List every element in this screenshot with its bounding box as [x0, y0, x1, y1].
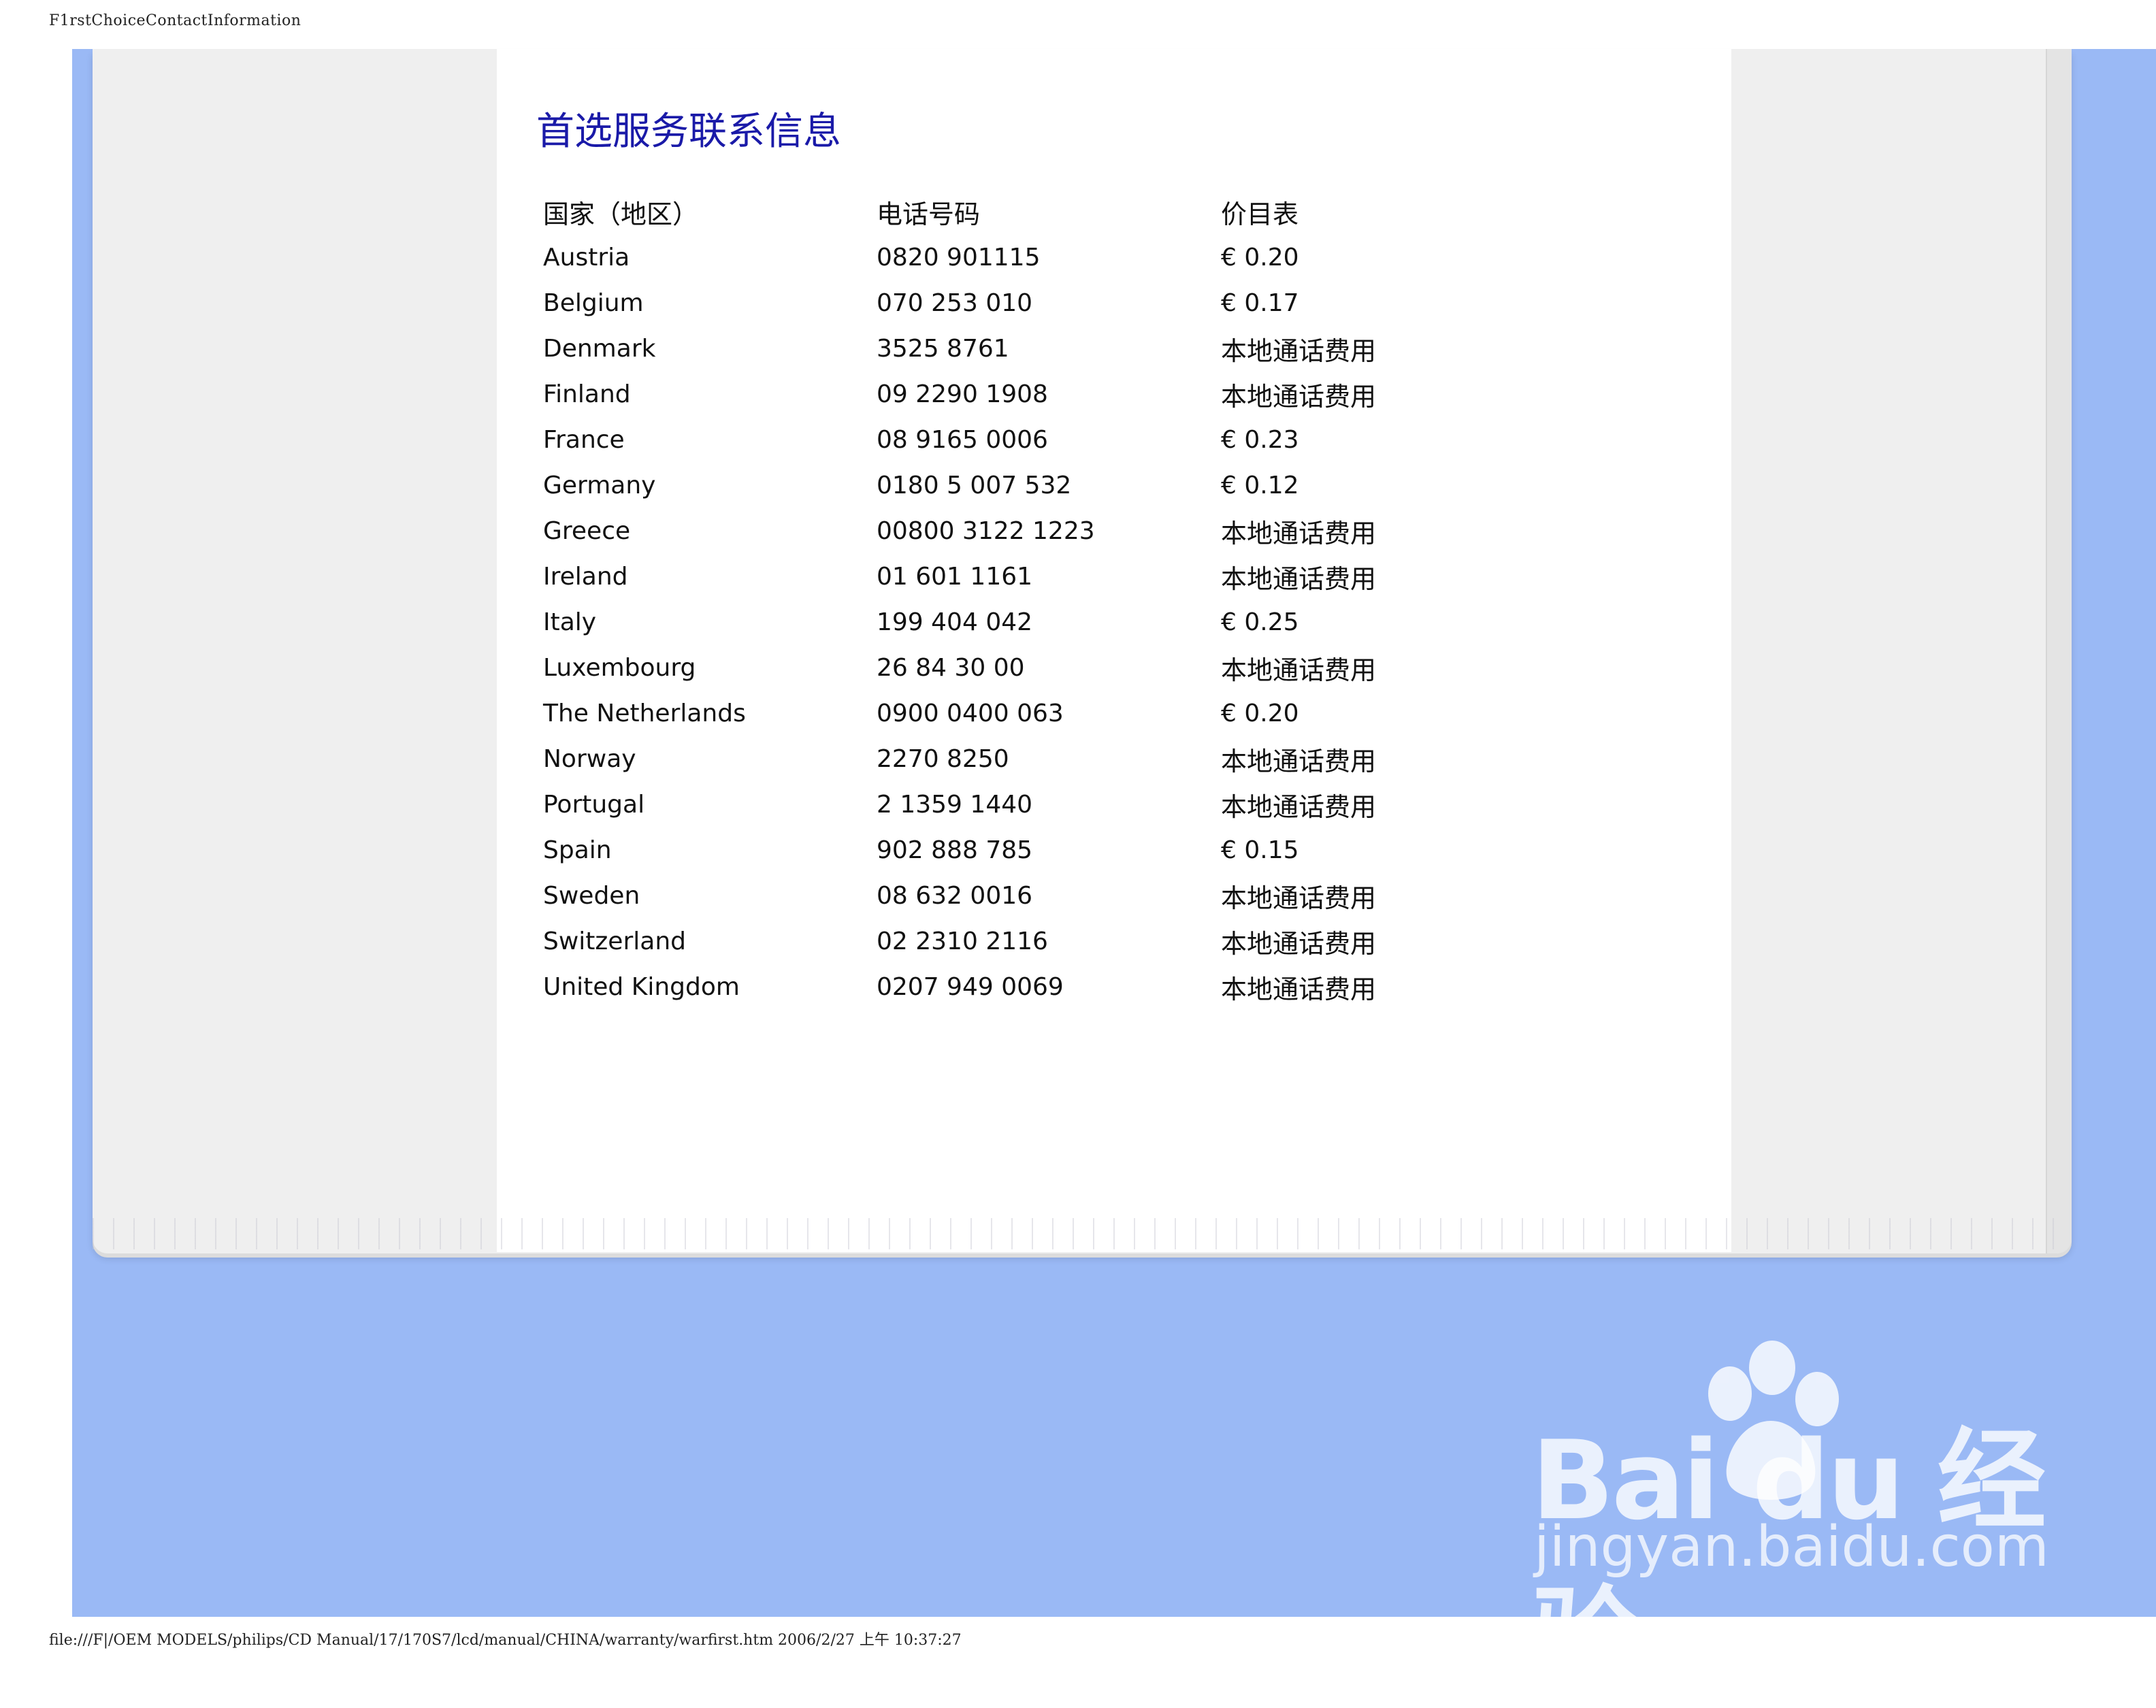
table-row: Luxembourg 26 84 30 00 本地通话费用 — [543, 645, 1493, 691]
cell-phone: 09 2290 1908 — [877, 380, 1048, 408]
cell-phone: 2270 8250 — [877, 745, 1009, 773]
table-row: Austria 0820 901115 € 0.20 — [543, 235, 1493, 280]
frame-scroll-edge — [2046, 49, 2072, 1253]
cell-country: Austria — [543, 244, 630, 272]
cell-country: United Kingdom — [543, 973, 740, 1001]
cell-country: France — [543, 426, 625, 454]
cell-price: € 0.12 — [1221, 472, 1299, 499]
table-row: Italy 199 404 042 € 0.25 — [543, 600, 1493, 645]
cell-phone: 0900 0400 063 — [877, 700, 1064, 727]
cell-country: Denmark — [543, 335, 656, 363]
cell-country: Norway — [543, 745, 636, 773]
cell-phone: 08 9165 0006 — [877, 426, 1048, 454]
cell-country: Belgium — [543, 289, 644, 317]
table-row: Finland 09 2290 1908 本地通话费用 — [543, 372, 1493, 417]
cell-country: Luxembourg — [543, 654, 696, 682]
contact-table: 国家（地区） 电话号码 价目表 Austria 0820 901115 € 0.20… — [543, 189, 1493, 1010]
cell-price: 本地通话费用 — [1221, 564, 1377, 594]
cell-country: Ireland — [543, 563, 628, 591]
table-row: Denmark 3525 8761 本地通话费用 — [543, 326, 1493, 372]
cell-phone: 02 2310 2116 — [877, 927, 1048, 955]
table-row: The Netherlands 0900 0400 063 € 0.20 — [543, 691, 1493, 736]
baidu-jingyan-watermark: Bai du 经验 jingyan.baidu.com — [1531, 1341, 2049, 1702]
cell-country: Italy — [543, 608, 597, 636]
print-footer: file:///F|/OEM MODELS/philips/CD Manual/… — [49, 1632, 962, 1649]
cell-price: 本地通话费用 — [1221, 655, 1377, 685]
cell-price: € 0.25 — [1221, 608, 1299, 636]
cell-country: Germany — [543, 472, 656, 499]
cell-phone: 00800 3122 1223 — [877, 517, 1095, 545]
table-row: Norway 2270 8250 本地通话费用 — [543, 736, 1493, 782]
column-header-country: 国家（地区） — [543, 199, 699, 229]
cell-price: € 0.23 — [1221, 426, 1299, 454]
cell-price: 本地通话费用 — [1221, 382, 1377, 412]
cell-phone: 3525 8761 — [877, 335, 1009, 363]
cell-phone: 08 632 0016 — [877, 882, 1033, 910]
table-row: Greece 00800 3122 1223 本地通话费用 — [543, 508, 1493, 554]
cell-price: € 0.20 — [1221, 244, 1299, 272]
table-header-row: 国家（地区） 电话号码 价目表 — [543, 189, 1493, 235]
column-header-phone: 电话号码 — [877, 199, 981, 229]
table-row: Switzerland 02 2310 2116 本地通话费用 — [543, 919, 1493, 964]
cell-country: Sweden — [543, 882, 640, 910]
cell-phone: 01 601 1161 — [877, 563, 1033, 591]
cell-price: 本地通话费用 — [1221, 883, 1377, 913]
cell-phone: 2 1359 1440 — [877, 791, 1033, 819]
cell-price: 本地通话费用 — [1221, 792, 1377, 822]
watermark-url-text: jingyan.baidu.com — [1534, 1515, 2049, 1579]
print-header: F1rstChoiceContactInformation — [49, 12, 301, 29]
cell-price: € 0.17 — [1221, 289, 1299, 317]
cell-price: € 0.20 — [1221, 700, 1299, 727]
cell-phone: 199 404 042 — [877, 608, 1033, 636]
table-row: United Kingdom 0207 949 0069 本地通话费用 — [543, 964, 1493, 1010]
cell-phone: 0820 901115 — [877, 244, 1041, 272]
page-title: 首选服务联系信息 — [536, 110, 841, 154]
table-row: Portugal 2 1359 1440 本地通话费用 — [543, 782, 1493, 827]
cell-country: The Netherlands — [543, 700, 746, 727]
table-row: Belgium 070 253 010 € 0.17 — [543, 280, 1493, 326]
column-header-price: 价目表 — [1221, 199, 1299, 229]
cell-price: 本地通话费用 — [1221, 746, 1377, 776]
cell-country: Spain — [543, 836, 612, 864]
table-row: Sweden 08 632 0016 本地通话费用 — [543, 873, 1493, 919]
cell-country: Finland — [543, 380, 631, 408]
table-row: Germany 0180 5 007 532 € 0.12 — [543, 463, 1493, 508]
cell-country: Portugal — [543, 791, 645, 819]
table-body: Austria 0820 901115 € 0.20 Belgium 070 253 0… — [543, 235, 1493, 1010]
cell-country: Greece — [543, 517, 631, 545]
table-row: France 08 9165 0006 € 0.23 — [543, 417, 1493, 463]
table-row: Ireland 01 601 1161 本地通话费用 — [543, 554, 1493, 600]
table-row: Spain 902 888 785 € 0.15 — [543, 827, 1493, 873]
cell-phone: 26 84 30 00 — [877, 654, 1025, 682]
cell-country: Switzerland — [543, 927, 686, 955]
cell-price: 本地通话费用 — [1221, 974, 1377, 1004]
cell-phone: 0207 949 0069 — [877, 973, 1064, 1001]
cell-phone: 070 253 010 — [877, 289, 1033, 317]
cell-phone: 0180 5 007 532 — [877, 472, 1072, 499]
cell-price: € 0.15 — [1221, 836, 1299, 864]
cell-price: 本地通话费用 — [1221, 929, 1377, 959]
cell-price: 本地通话费用 — [1221, 336, 1377, 366]
cell-phone: 902 888 785 — [877, 836, 1033, 864]
cell-price: 本地通话费用 — [1221, 519, 1377, 548]
